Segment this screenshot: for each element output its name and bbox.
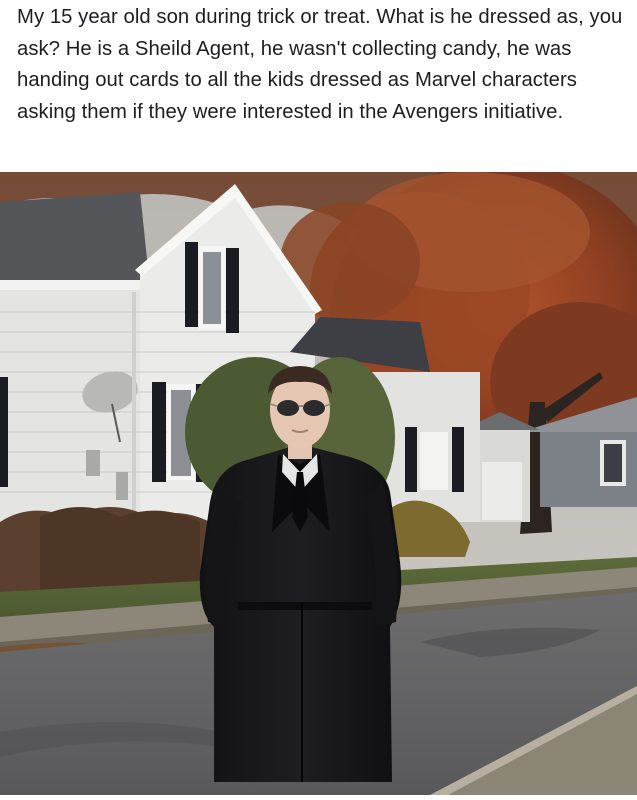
post-photo[interactable] xyxy=(0,172,637,795)
meme-post: My 15 year old son during trick or treat… xyxy=(0,0,637,800)
photo-scene xyxy=(0,172,637,795)
bottom-margin xyxy=(0,795,637,800)
post-caption: My 15 year old son during trick or treat… xyxy=(17,6,623,123)
